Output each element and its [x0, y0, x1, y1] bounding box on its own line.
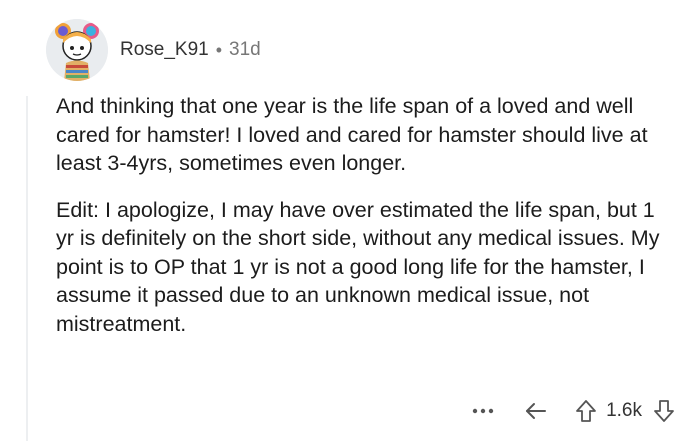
more-options-button[interactable]: [468, 408, 498, 414]
upvote-button[interactable]: [572, 399, 600, 423]
comment-header: Rose_K91 • 31d: [46, 14, 261, 86]
comment-paragraph: And thinking that one year is the life s…: [56, 94, 648, 175]
username[interactable]: Rose_K91: [120, 39, 209, 61]
avatar[interactable]: [46, 19, 108, 81]
author-row: Rose_K91 • 31d: [120, 39, 261, 61]
downvote-button[interactable]: [650, 399, 678, 423]
upvote-arrow-icon: [576, 400, 596, 422]
comment-paragraph: Edit: I apologize, I may have over estim…: [56, 197, 660, 336]
more-options-icon: [472, 408, 494, 414]
comment-body: And thinking that one year is the life s…: [56, 92, 676, 338]
downvote-arrow-icon: [654, 400, 674, 422]
thread-line[interactable]: [26, 96, 28, 441]
vote-score: 1.6k: [606, 400, 642, 421]
reply-button[interactable]: [520, 401, 552, 421]
meta-separator: •: [215, 39, 223, 60]
reply-icon: [526, 403, 547, 419]
avatar-illustration: [46, 19, 108, 81]
comment-actions: 1.6k: [468, 395, 678, 427]
comment-age[interactable]: 31d: [229, 39, 261, 61]
